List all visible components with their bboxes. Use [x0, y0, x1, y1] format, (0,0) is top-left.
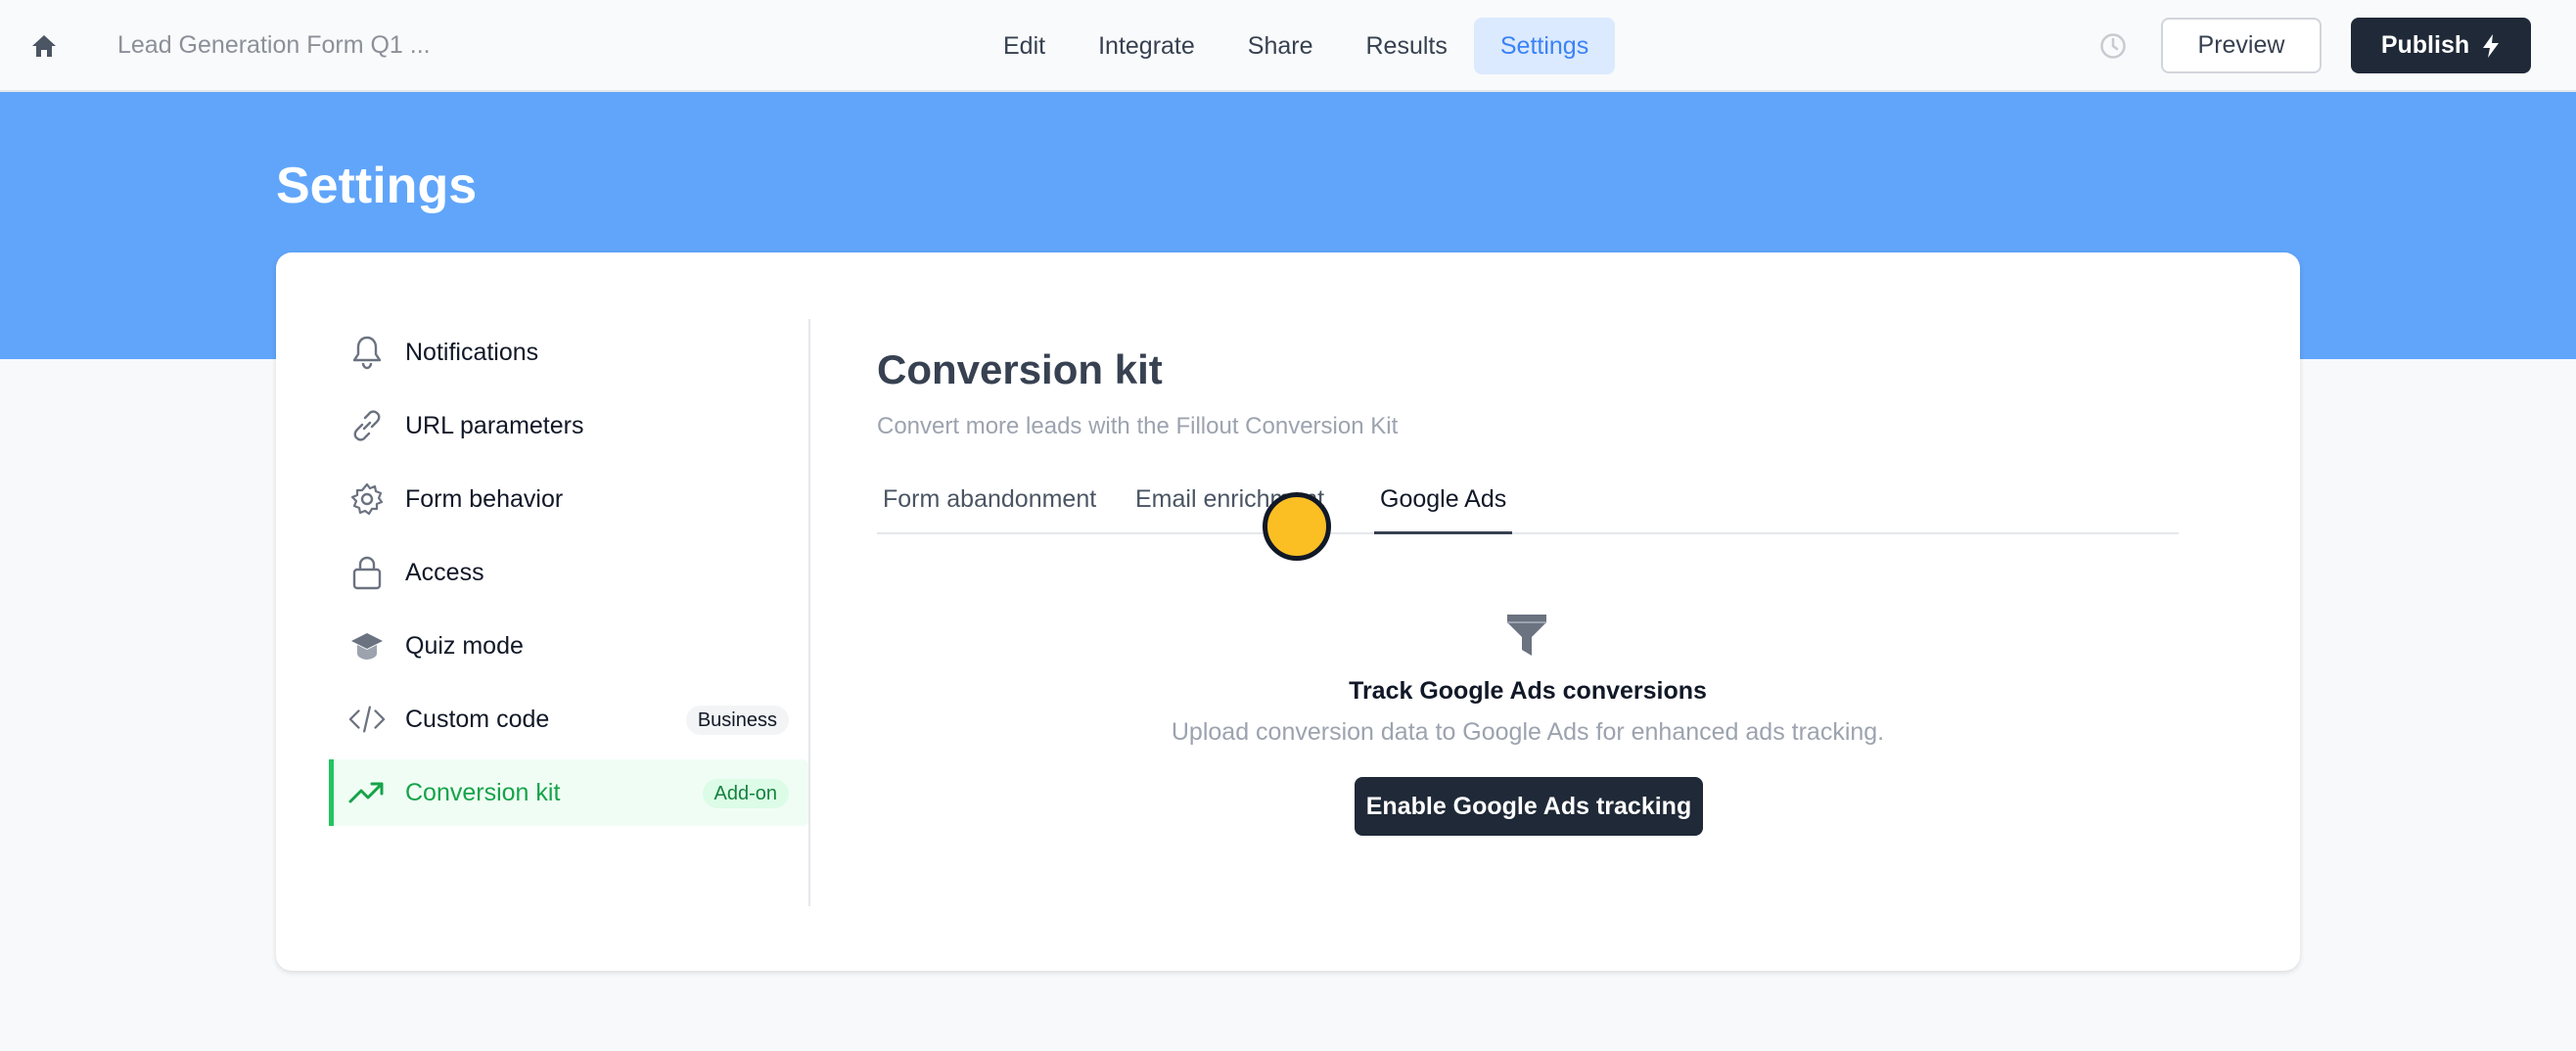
funnel-icon — [1507, 615, 1546, 656]
gear-icon — [348, 480, 386, 518]
link-icon — [348, 407, 386, 444]
lock-icon — [348, 554, 386, 591]
sidebar-item-label: Notifications — [405, 338, 539, 366]
trending-up-icon — [348, 774, 386, 811]
bell-icon — [348, 334, 386, 371]
sidebar-item-custom-code[interactable]: Custom code Business — [329, 686, 808, 753]
history-button[interactable] — [2096, 29, 2130, 63]
top-bar: Lead Generation Form Q1 ... Edit Integra… — [0, 0, 2576, 92]
tab-form-abandonment[interactable]: Form abandonment — [883, 470, 1096, 534]
conversion-kit-tabs: Form abandonment Email enrichment Google… — [877, 470, 2179, 534]
sidebar-item-label: Form behavior — [405, 484, 564, 513]
section-subtitle: Convert more leads with the Fillout Conv… — [877, 413, 1399, 439]
sidebar-item-access[interactable]: Access — [329, 539, 808, 606]
enable-google-ads-button[interactable]: Enable Google Ads tracking — [1355, 777, 1703, 836]
section-title: Conversion kit — [877, 346, 1163, 392]
nav-tab-results[interactable]: Results — [1340, 18, 1474, 74]
publish-label: Publish — [2380, 31, 2470, 59]
nav-tab-share[interactable]: Share — [1221, 18, 1340, 74]
nav-tab-edit[interactable]: Edit — [977, 18, 1072, 74]
preview-button[interactable]: Preview — [2161, 18, 2322, 73]
settings-sidebar: Notifications URL parameters Form behavi… — [329, 319, 808, 833]
sidebar-item-label: Access — [405, 558, 484, 586]
graduation-cap-icon — [348, 627, 386, 664]
nav-tab-settings[interactable]: Settings — [1473, 18, 1616, 74]
settings-card: Notifications URL parameters Form behavi… — [276, 252, 2300, 971]
sidebar-item-quiz-mode[interactable]: Quiz mode — [329, 613, 808, 679]
sidebar-item-url-parameters[interactable]: URL parameters — [329, 392, 808, 459]
lightning-icon — [2483, 33, 2500, 58]
main-nav: Edit Integrate Share Results Settings — [977, 18, 1616, 74]
sidebar-item-label: Custom code — [405, 705, 550, 733]
nav-tab-integrate[interactable]: Integrate — [1072, 18, 1221, 74]
page-title: Settings — [276, 158, 478, 214]
publish-button[interactable]: Publish — [2351, 18, 2531, 73]
sidebar-item-conversion-kit[interactable]: Conversion kit Add-on — [329, 759, 808, 826]
sidebar-item-notifications[interactable]: Notifications — [329, 319, 808, 386]
empty-state-description: Upload conversion data to Google Ads for… — [1171, 718, 1885, 746]
form-title[interactable]: Lead Generation Form Q1 ... — [117, 31, 431, 60]
addon-badge: Add-on — [702, 779, 789, 808]
sidebar-item-form-behavior[interactable]: Form behavior — [329, 466, 808, 532]
sidebar-item-label: Conversion kit — [405, 778, 561, 806]
home-button[interactable] — [27, 29, 61, 63]
clock-icon — [2100, 33, 2126, 59]
plan-badge: Business — [685, 706, 789, 735]
empty-state-title: Track Google Ads conversions — [1349, 677, 1707, 705]
sidebar-item-label: Quiz mode — [405, 631, 524, 660]
cursor-indicator — [1263, 492, 1331, 561]
sidebar-item-label: URL parameters — [405, 411, 584, 439]
code-icon — [348, 701, 386, 738]
sidebar-divider — [808, 319, 810, 906]
home-icon — [32, 35, 56, 57]
tab-google-ads[interactable]: Google Ads — [1374, 470, 1513, 534]
